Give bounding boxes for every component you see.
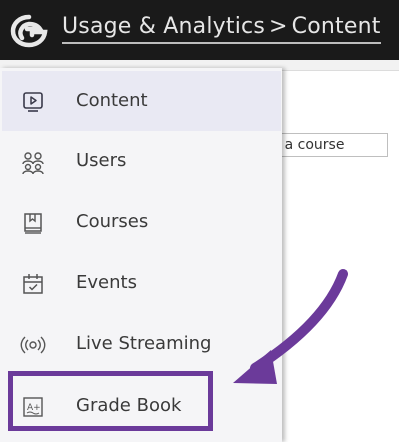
top-header-bar: Usage & Analytics > Content [0,0,399,60]
calendar-icon [20,271,46,297]
sidebar-item-label: Live Streaming [76,333,212,354]
sidebar-item-label: Content [76,90,148,111]
course-select[interactable]: ct a course [270,133,388,157]
sidebar-item-users[interactable]: Users [2,131,281,191]
sidebar-item-content[interactable]: Content [2,71,281,131]
users-group-icon [20,149,46,175]
annotation-arrow-icon [233,269,348,384]
play-video-icon [20,89,46,115]
sidebar-item-label: Courses [76,211,149,232]
breadcrumb-root[interactable]: Usage & Analytics [62,14,265,39]
breadcrumb: Usage & Analytics > Content [62,14,381,44]
sidebar-item-courses[interactable]: Courses [2,192,281,252]
sidebar-item-label: Events [76,272,137,293]
breadcrumb-current: Content [291,14,381,39]
brand-logo-icon[interactable] [10,14,48,48]
broadcast-icon [20,332,46,358]
sidebar-item-label: Users [76,150,127,171]
book-icon [20,210,46,236]
highlight-box [8,371,213,431]
breadcrumb-separator: > [269,14,288,39]
